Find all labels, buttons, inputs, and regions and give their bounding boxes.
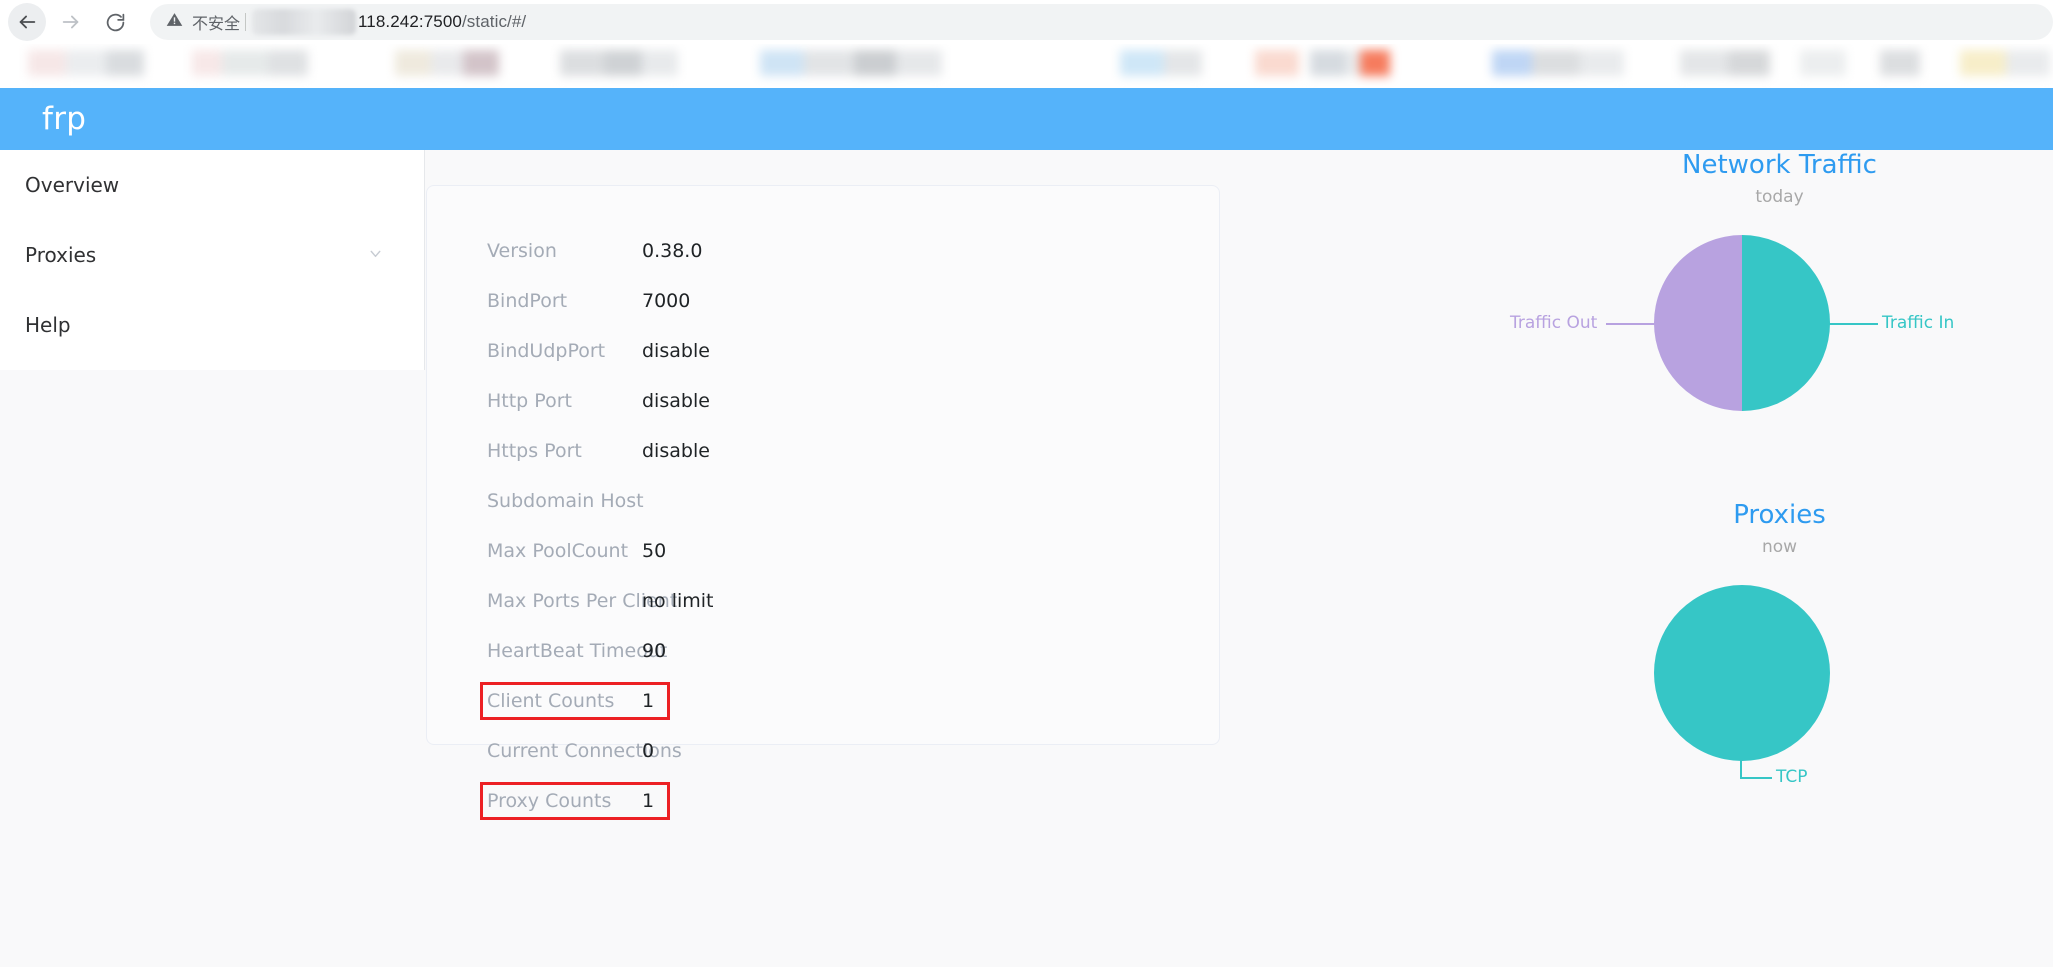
row-value: disable [642, 340, 710, 362]
pie-label-traffic-out: Traffic Out [1510, 313, 1598, 333]
table-row-proxy-counts: Proxy Counts 1 [427, 776, 1221, 826]
leader-line-traffic-out [1606, 323, 1656, 325]
network-traffic-chart: Network Traffic today Traffic Out Traffi… [1506, 150, 2053, 427]
url-text: 118.242:7500/static/#/ [358, 12, 526, 32]
leader-line-tcp-vertical [1740, 757, 1742, 779]
reload-button[interactable] [96, 3, 134, 41]
pie-canvas: TCP [1506, 557, 2053, 797]
address-bar[interactable]: 不安全 118.242:7500/static/#/ [150, 4, 2053, 40]
bookmarks-redacted [0, 46, 2053, 88]
table-row: BindUdpPort disable [427, 326, 1221, 376]
row-label: Current Connections [487, 740, 682, 762]
charts-column: Network Traffic today Traffic Out Traffi… [1506, 150, 2053, 967]
row-label: Http Port [487, 390, 572, 412]
chart-title: Proxies [1733, 500, 1826, 530]
sidebar: Overview Proxies Help [0, 150, 425, 370]
omnibox-divider [245, 13, 247, 31]
table-row: Subdomain Host [427, 476, 1221, 526]
row-value: 90 [642, 640, 667, 662]
table-row: Https Port disable [427, 426, 1221, 476]
row-value: disable [642, 440, 710, 462]
chart-subtitle: now [1761, 537, 1798, 557]
app-header: frp [0, 88, 2053, 150]
row-label: BindPort [487, 290, 568, 312]
chevron-down-icon [367, 243, 384, 267]
forward-button[interactable] [52, 3, 90, 41]
frp-dashboard: frp Overview Proxies Help Version 0.38.0 [0, 88, 2053, 967]
bookmarks-bar[interactable] [0, 44, 2053, 88]
pie-label-tcp: TCP [1776, 767, 1808, 787]
row-value: 0 [642, 740, 655, 762]
chart-subtitle: today [1755, 187, 1804, 207]
url-redaction-block [252, 9, 357, 35]
table-row: Max Ports Per Client no limit [427, 576, 1221, 626]
row-label: Proxy Counts [487, 790, 612, 812]
sidebar-item-help[interactable]: Help [0, 290, 424, 360]
table-row: Max PoolCount 50 [427, 526, 1221, 576]
table-row: Version 0.38.0 [427, 226, 1221, 276]
url-path: /static/#/ [461, 12, 527, 31]
warning-triangle-icon [166, 11, 183, 33]
back-button[interactable] [8, 3, 46, 41]
sidebar-item-label: Overview [25, 173, 120, 197]
table-row: HeartBeat Timeout 90 [427, 626, 1221, 676]
sidebar-item-overview[interactable]: Overview [0, 150, 424, 220]
row-label: Https Port [487, 440, 582, 462]
proxies-chart: Proxies now TCP [1506, 500, 2053, 797]
server-info-table: Version 0.38.0 BindPort 7000 BindUdpPort… [427, 226, 1221, 826]
reload-icon [105, 12, 126, 33]
row-value: 1 [642, 690, 655, 712]
row-label: Max PoolCount [487, 540, 629, 562]
row-label: Max Ports Per Client [487, 590, 678, 612]
table-row: BindPort 7000 [427, 276, 1221, 326]
sidebar-item-label: Proxies [25, 243, 97, 267]
row-value: 1 [642, 790, 655, 812]
table-row: Http Port disable [427, 376, 1221, 426]
row-label: Version [487, 240, 557, 262]
chart-title: Network Traffic [1682, 150, 1877, 180]
pie-label-traffic-in: Traffic In [1882, 313, 1955, 333]
url-port: :7500 [418, 12, 462, 31]
row-value: 7000 [642, 290, 691, 312]
table-row: Current Connections 0 [427, 726, 1221, 776]
leader-line-traffic-in [1828, 323, 1878, 325]
pie-slice-tcp[interactable] [1654, 585, 1830, 761]
row-label: BindUdpPort [487, 340, 606, 362]
sidebar-item-label: Help [25, 313, 71, 337]
row-label: Client Counts [487, 690, 615, 712]
row-label: Subdomain Host [487, 490, 644, 512]
row-value: no limit [642, 590, 714, 612]
arrow-right-icon [60, 11, 82, 33]
url-host: 118.242 [358, 12, 419, 31]
row-value: 50 [642, 540, 667, 562]
insecure-label: 不安全 [192, 14, 241, 33]
row-value: disable [642, 390, 710, 412]
table-row-client-counts: Client Counts 1 [427, 676, 1221, 726]
leader-line-tcp-horizontal [1740, 777, 1772, 779]
browser-toolbar: 不安全 118.242:7500/static/#/ [0, 0, 2053, 44]
arrow-left-icon [16, 11, 38, 33]
server-info-card: Version 0.38.0 BindPort 7000 BindUdpPort… [426, 185, 1220, 820]
row-label: HeartBeat Timeout [487, 640, 668, 662]
browser-chrome: 不安全 118.242:7500/static/#/ [0, 0, 2053, 88]
main-content: Version 0.38.0 BindPort 7000 BindUdpPort… [426, 150, 2053, 967]
pie-canvas: Traffic Out Traffic In [1506, 207, 2053, 427]
app-title: frp [42, 101, 87, 137]
sidebar-item-proxies[interactable]: Proxies [0, 220, 424, 290]
row-value: 0.38.0 [642, 240, 703, 262]
